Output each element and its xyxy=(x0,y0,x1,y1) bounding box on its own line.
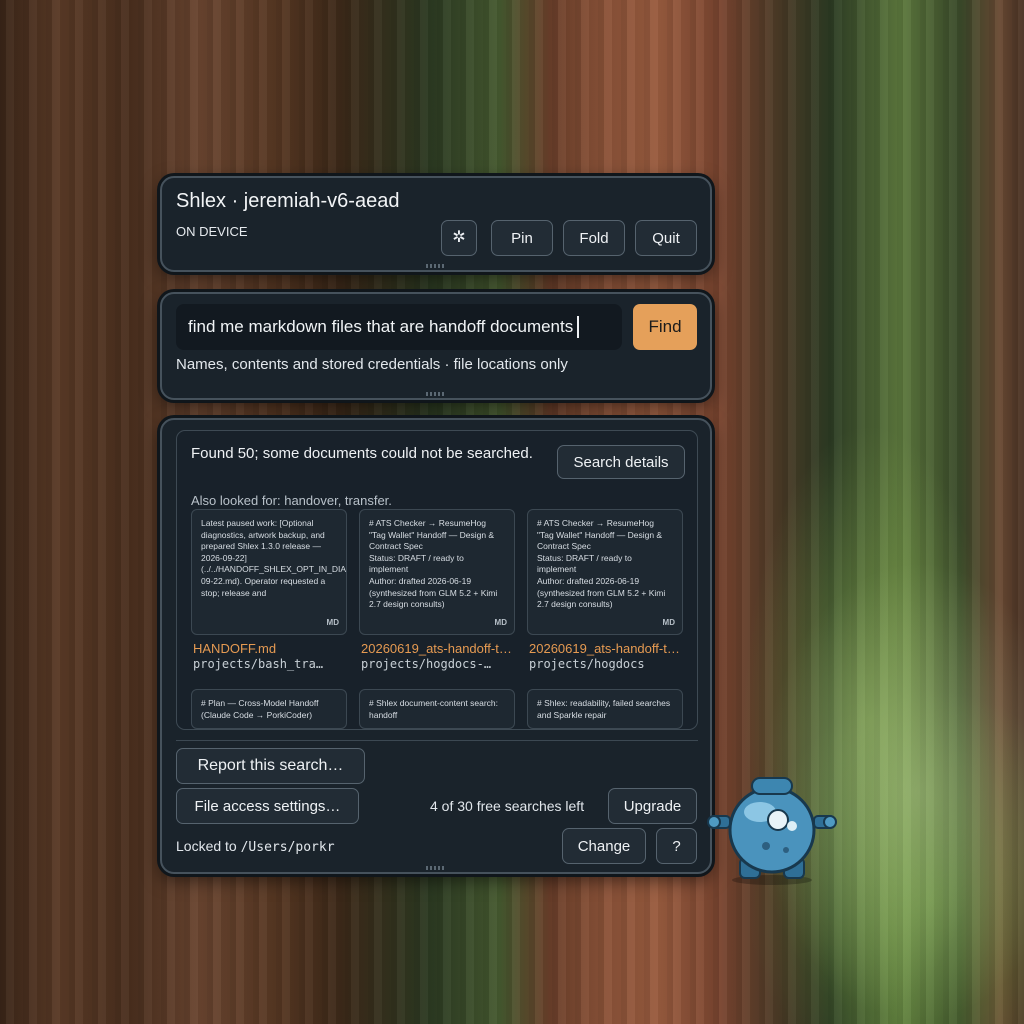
file-access-settings-button[interactable]: File access settings… xyxy=(176,788,359,824)
resize-grip[interactable] xyxy=(426,264,446,268)
card-preview-text: # Shlex document-content search: handoff xyxy=(369,698,498,720)
change-location-button[interactable]: Change xyxy=(562,828,646,864)
card-file-path: projects/hogdocs xyxy=(529,657,645,671)
results-panel: Found 50; some documents could not be se… xyxy=(160,418,712,874)
card-preview-text: # ATS Checker → ResumeHog "Tag Wallet" H… xyxy=(369,518,498,610)
locked-path: /Users/porkr xyxy=(240,840,335,855)
search-scope-text: Names, contents and stored credentials ·… xyxy=(176,356,568,373)
card-preview-text: # ATS Checker → ResumeHog "Tag Wallet" H… xyxy=(537,518,666,610)
card-file-path: projects/hogdocs-… xyxy=(361,657,492,671)
card-file-name[interactable]: HANDOFF.md xyxy=(193,641,347,656)
locked-location: Locked to /Users/porkr xyxy=(176,838,335,855)
on-device-label: ON DEVICE xyxy=(176,224,248,239)
help-button[interactable]: ? xyxy=(656,828,697,864)
resize-grip[interactable] xyxy=(426,866,446,870)
quit-button[interactable]: Quit xyxy=(635,220,697,256)
text-caret xyxy=(577,316,580,338)
card-preview: # Shlex document-content search: handoff xyxy=(359,689,515,729)
card-preview-text: # Shlex: readability, failed searches an… xyxy=(537,698,671,720)
free-searches-left: 4 of 30 free searches left xyxy=(430,798,585,814)
report-search-button[interactable]: Report this search… xyxy=(176,748,365,784)
search-panel: find me markdown files that are handoff … xyxy=(160,292,712,400)
file-type-badge: MD xyxy=(326,618,339,628)
header-panel: Shlex · jeremiah-v6-aead ON DEVICE ✲ Pin… xyxy=(160,176,712,272)
card-preview: # Plan — Cross-Model Handoff (Claude Cod… xyxy=(191,689,347,729)
window-title: Shlex · jeremiah-v6-aead xyxy=(176,190,400,212)
search-input[interactable]: find me markdown files that are handoff … xyxy=(176,304,622,350)
file-type-badge: MD xyxy=(494,618,507,628)
file-type-badge: MD xyxy=(662,618,675,628)
search-details-button[interactable]: Search details xyxy=(557,445,685,479)
find-button[interactable]: Find xyxy=(633,304,697,350)
card-file-name[interactable]: 20260619_ats-handoff-t… xyxy=(529,641,683,656)
card-file-name[interactable]: 20260619_ats-handoff-t… xyxy=(361,641,515,656)
upgrade-button[interactable]: Upgrade xyxy=(608,788,697,824)
also-looked-for: Also looked for: handover, transfer. xyxy=(191,493,392,508)
card-file-path: projects/bash_tra… xyxy=(193,657,324,671)
results-summary: Found 50; some documents could not be se… xyxy=(191,445,533,462)
search-query: find me markdown files that are handoff … xyxy=(188,317,574,336)
card-preview: Latest paused work: [Optional diagnostic… xyxy=(191,509,347,635)
pin-button[interactable]: Pin xyxy=(491,220,553,256)
gear-icon: ✲ xyxy=(452,229,466,246)
card-preview: # ATS Checker → ResumeHog "Tag Wallet" H… xyxy=(527,509,683,635)
settings-button[interactable]: ✲ xyxy=(441,220,477,256)
card-preview-text: Latest paused work: [Optional diagnostic… xyxy=(201,518,347,598)
divider xyxy=(176,740,698,741)
robot-mascot-icon[interactable] xyxy=(706,772,838,886)
fold-button[interactable]: Fold xyxy=(563,220,625,256)
locked-prefix: Locked to xyxy=(176,838,237,854)
card-preview-text: # Plan — Cross-Model Handoff (Claude Cod… xyxy=(201,698,319,720)
card-preview: # ATS Checker → ResumeHog "Tag Wallet" H… xyxy=(359,509,515,635)
results-scroll-area[interactable]: Found 50; some documents could not be se… xyxy=(176,430,698,730)
card-preview: # Shlex: readability, failed searches an… xyxy=(527,689,683,729)
resize-grip[interactable] xyxy=(426,392,446,396)
